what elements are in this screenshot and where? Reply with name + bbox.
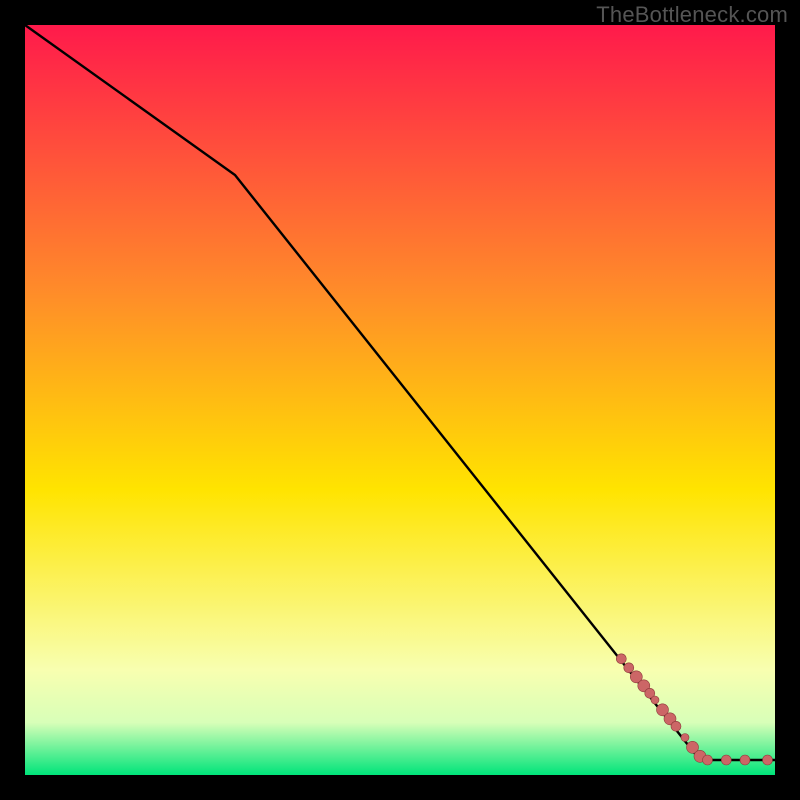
data-point	[671, 721, 681, 731]
chart-svg	[25, 25, 775, 775]
data-point	[763, 755, 773, 765]
chart-stage: TheBottleneck.com	[0, 0, 800, 800]
data-point	[681, 734, 689, 742]
data-point	[703, 755, 713, 765]
data-point	[651, 696, 659, 704]
data-point	[616, 654, 626, 664]
gradient-background	[25, 25, 775, 775]
chart-plot-area	[25, 25, 775, 775]
data-point	[721, 755, 731, 765]
data-point	[624, 663, 634, 673]
data-point	[740, 755, 750, 765]
